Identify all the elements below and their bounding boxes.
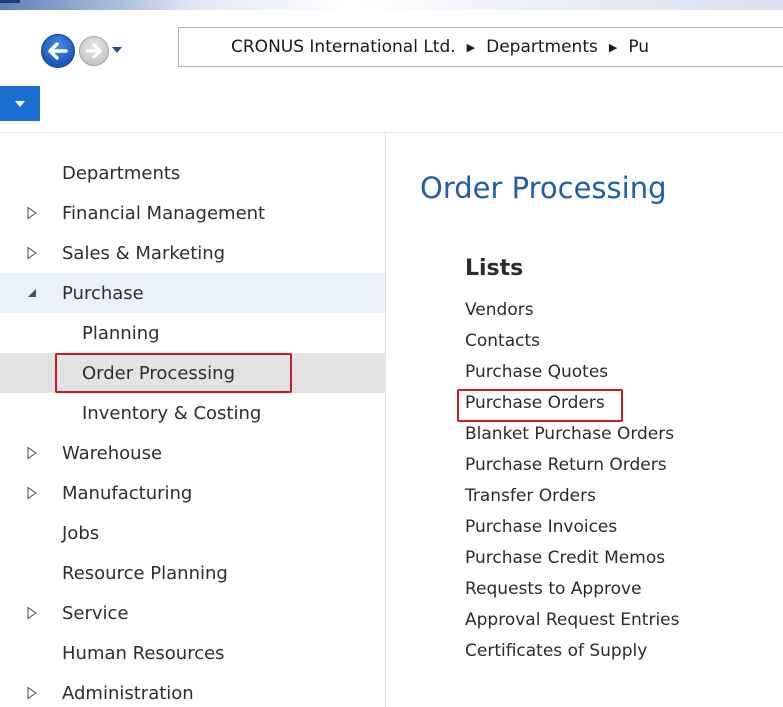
- lists-group-heading: Lists: [465, 256, 524, 281]
- application-menu-button[interactable]: [0, 86, 40, 121]
- highlight-annotation: [457, 389, 623, 422]
- chevron-down-icon: [15, 100, 25, 107]
- expand-arrow-icon[interactable]: [26, 686, 38, 700]
- window-top-strip: [0, 0, 783, 10]
- breadcrumb-separator-icon[interactable]: ▶: [609, 41, 617, 54]
- nav-item-service[interactable]: Service: [0, 593, 385, 633]
- expand-arrow-icon[interactable]: [26, 246, 38, 260]
- nav-item-warehouse[interactable]: Warehouse: [0, 433, 385, 473]
- breadcrumb-separator-icon[interactable]: ▶: [467, 41, 475, 54]
- breadcrumb-address-bar[interactable]: CRONUS International Ltd. ▶ Departments …: [178, 27, 783, 67]
- breadcrumb-item[interactable]: CRONUS International Ltd.: [231, 37, 456, 57]
- nav-item-label: Financial Management: [62, 202, 266, 224]
- nav-item-inventory-costing[interactable]: Inventory & Costing: [0, 393, 385, 433]
- chevron-down-icon: [112, 47, 122, 53]
- nav-item-label: Manufacturing: [62, 482, 193, 504]
- highlight-annotation: [55, 353, 292, 393]
- content-pane: Order Processing Lists Vendors Contacts …: [386, 133, 783, 707]
- nav-item-resource-planning[interactable]: Resource Planning: [0, 553, 385, 593]
- nav-item-financial-management[interactable]: Financial Management: [0, 193, 385, 233]
- arrow-right-icon: [85, 43, 102, 59]
- history-dropdown-button[interactable]: [110, 43, 124, 57]
- link-approval-request-entries[interactable]: Approval Request Entries: [465, 610, 680, 630]
- nav-item-planning[interactable]: Planning: [0, 313, 385, 353]
- collapse-arrow-icon[interactable]: [26, 286, 38, 300]
- breadcrumb-item[interactable]: Pu: [628, 37, 649, 57]
- forward-button[interactable]: [79, 36, 109, 66]
- nav-item-purchase[interactable]: Purchase: [0, 273, 385, 313]
- link-purchase-credit-memos[interactable]: Purchase Credit Memos: [465, 548, 665, 568]
- link-vendors[interactable]: Vendors: [465, 300, 534, 320]
- link-purchase-return-orders[interactable]: Purchase Return Orders: [465, 455, 667, 475]
- nav-item-label: Sales & Marketing: [62, 242, 226, 264]
- arrow-left-icon: [48, 42, 68, 60]
- expand-arrow-icon[interactable]: [26, 446, 38, 460]
- nav-item-label: Purchase: [62, 282, 144, 304]
- link-certificates-of-supply[interactable]: Certificates of Supply: [465, 641, 647, 661]
- nav-item-label: Warehouse: [62, 442, 163, 464]
- nav-item-label: Administration: [62, 682, 194, 704]
- nav-item-human-resources[interactable]: Human Resources: [0, 633, 385, 673]
- nav-item-sales-marketing[interactable]: Sales & Marketing: [0, 233, 385, 273]
- nav-item-manufacturing[interactable]: Manufacturing: [0, 473, 385, 513]
- expand-arrow-icon[interactable]: [26, 486, 38, 500]
- page-title: Order Processing: [420, 171, 667, 205]
- link-blanket-purchase-orders[interactable]: Blanket Purchase Orders: [465, 424, 674, 444]
- nav-item-label: Jobs: [62, 522, 100, 544]
- nav-item-administration[interactable]: Administration: [0, 673, 385, 707]
- breadcrumb-item[interactable]: Departments: [486, 37, 598, 57]
- link-contacts[interactable]: Contacts: [465, 331, 540, 351]
- expand-arrow-icon[interactable]: [26, 206, 38, 220]
- expand-arrow-icon[interactable]: [26, 606, 38, 620]
- nav-item-label: Service: [62, 602, 129, 624]
- nav-item-label: Human Resources: [62, 642, 225, 664]
- nav-item-label: Departments: [62, 162, 181, 184]
- nav-item-departments[interactable]: Departments: [0, 153, 385, 193]
- nav-item-label: Inventory & Costing: [82, 402, 262, 424]
- window-corner-accent: [0, 0, 20, 3]
- nav-item-label: Resource Planning: [62, 562, 228, 584]
- link-transfer-orders[interactable]: Transfer Orders: [465, 486, 596, 506]
- nav-item-label: Planning: [82, 322, 160, 344]
- navigation-toolbar: CRONUS International Ltd. ▶ Departments …: [0, 10, 783, 72]
- navigation-pane: Departments Financial Management Sales &…: [0, 133, 385, 707]
- back-button[interactable]: [41, 34, 75, 68]
- link-requests-to-approve[interactable]: Requests to Approve: [465, 579, 642, 599]
- nav-item-jobs[interactable]: Jobs: [0, 513, 385, 553]
- link-purchase-invoices[interactable]: Purchase Invoices: [465, 517, 617, 537]
- link-purchase-quotes[interactable]: Purchase Quotes: [465, 362, 608, 382]
